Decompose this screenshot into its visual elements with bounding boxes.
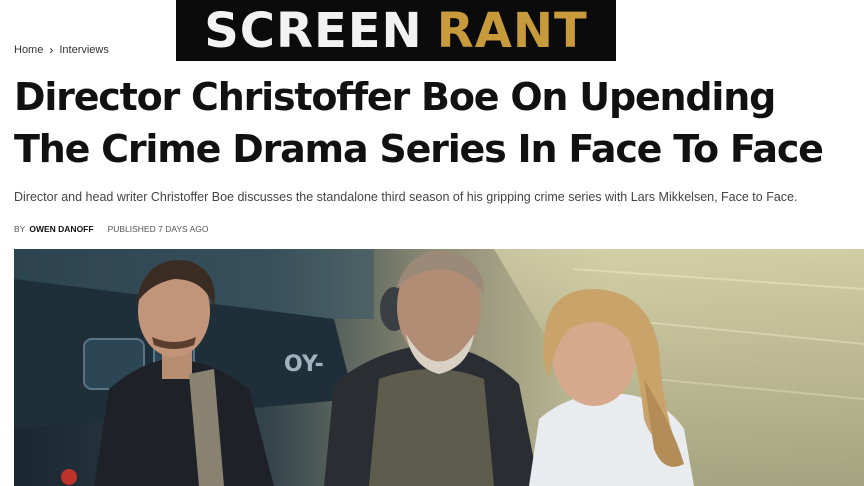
- chevron-right-icon: ›: [49, 43, 54, 57]
- site-logo[interactable]: SCREEN RANT: [176, 0, 616, 61]
- breadcrumb-interviews-link[interactable]: Interviews: [59, 44, 109, 56]
- hero-photo-illustration: OY-: [14, 249, 864, 486]
- breadcrumb-home-link[interactable]: Home: [14, 44, 43, 56]
- logo-text-rant: RANT: [436, 2, 588, 59]
- byline: BY OWEN DANOFF PUBLISHED 7 DAYS AGO: [14, 224, 209, 234]
- hero-overlay-text: OY-: [284, 352, 324, 377]
- article-dek: Director and head writer Christoffer Boe…: [14, 190, 798, 204]
- hero-image: OY-: [14, 249, 864, 486]
- author-link[interactable]: OWEN DANOFF: [29, 224, 93, 234]
- breadcrumb: Home › Interviews: [14, 43, 109, 57]
- article-title: Director Christoffer Boe On Upending The…: [14, 75, 824, 171]
- byline-by-label: BY: [14, 224, 26, 234]
- published-date: PUBLISHED 7 DAYS AGO: [107, 224, 209, 234]
- logo-text-screen: SCREEN: [204, 2, 423, 59]
